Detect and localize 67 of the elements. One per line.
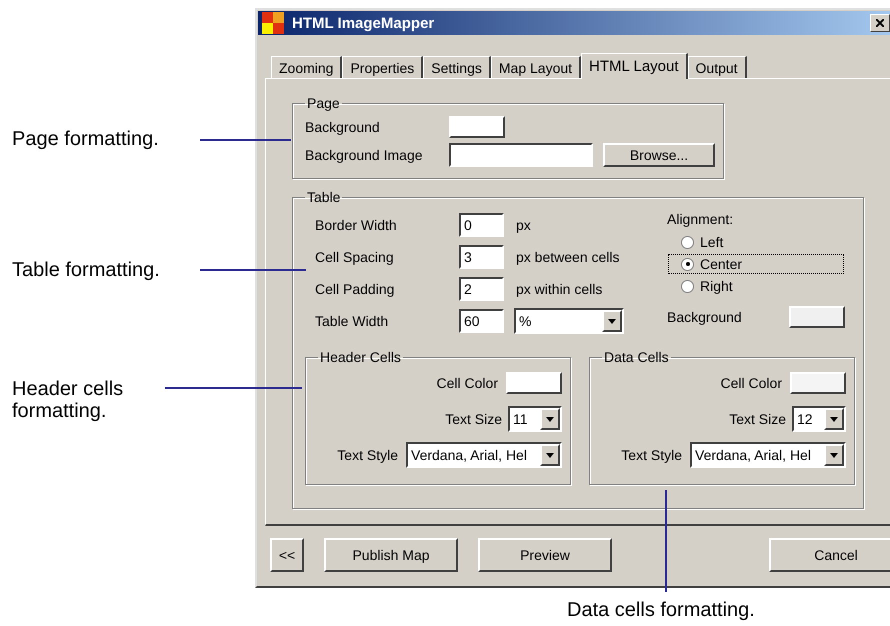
- callout-text: Table formatting.: [12, 259, 161, 281]
- unit-dropdown[interactable]: %: [514, 308, 624, 334]
- radio-button[interactable]: Left: [667, 231, 845, 253]
- color-swatch[interactable]: [790, 372, 846, 394]
- app-logo-icon: [262, 12, 284, 34]
- dropdown-button[interactable]: [540, 408, 560, 430]
- alignment-label: Alignment:: [667, 211, 734, 227]
- field-label: Cell Color: [436, 375, 498, 391]
- tab[interactable]: Properties: [342, 56, 424, 78]
- unit-label: px between cells: [516, 249, 620, 265]
- caret-icon: [546, 452, 554, 458]
- caret-icon: [830, 452, 838, 458]
- dropdown-button[interactable]: [824, 408, 844, 430]
- callout-text: Header cells formatting.: [12, 378, 124, 422]
- field-label: Background Image: [305, 147, 424, 163]
- close-button[interactable]: [870, 14, 890, 32]
- dialog-button[interactable]: Cancel: [769, 538, 890, 572]
- field-label: Border Width: [315, 217, 398, 233]
- unit-label: px within cells: [516, 281, 602, 297]
- field-label: Text Size: [729, 411, 786, 427]
- radio-button[interactable]: Right: [667, 275, 845, 297]
- color-swatch[interactable]: [449, 116, 505, 138]
- group-title: Page: [306, 95, 341, 111]
- input-field[interactable]: 2: [459, 277, 504, 301]
- tab[interactable]: Output: [688, 56, 747, 78]
- tab[interactable]: Map Layout: [490, 56, 582, 78]
- size-dropdown[interactable]: 12: [792, 406, 846, 432]
- window-title: HTML ImageMapper: [292, 14, 436, 32]
- color-swatch[interactable]: [506, 372, 562, 394]
- tab[interactable]: HTML Layout: [581, 53, 688, 79]
- caret-icon: [830, 416, 838, 422]
- group-title: Table: [306, 189, 342, 205]
- dropdown-button[interactable]: [824, 444, 844, 466]
- field-label: Text Style: [337, 447, 398, 463]
- callout-text: Page formatting.: [12, 128, 160, 150]
- field-label: Background: [305, 119, 381, 135]
- dropdown-button[interactable]: [602, 310, 622, 332]
- field-label: Text Style: [621, 447, 682, 463]
- dialog-button[interactable]: <<: [270, 538, 304, 572]
- field-label: Cell Spacing: [315, 249, 395, 265]
- unit-label: px: [516, 217, 531, 233]
- input-field[interactable]: 0: [459, 213, 504, 237]
- dialog-button[interactable]: Preview: [478, 538, 612, 572]
- dropdown-button[interactable]: [540, 444, 560, 466]
- input-field[interactable]: 3: [459, 245, 504, 269]
- caret-icon: [546, 416, 554, 422]
- radio-button[interactable]: Center: [667, 253, 845, 275]
- field-label: Table Width: [315, 313, 390, 329]
- font-dropdown[interactable]: Verdana, Arial, Hel: [406, 442, 562, 468]
- field-label: Background: [667, 309, 743, 325]
- group-title: Data Cells: [603, 349, 670, 365]
- browse-button[interactable]: Browse...: [603, 143, 715, 167]
- callout-text: Data cells formatting.: [567, 599, 756, 621]
- field-label: Cell Color: [720, 375, 782, 391]
- caret-icon: [608, 318, 616, 324]
- group-title: Header Cells: [319, 349, 402, 365]
- close-icon: [876, 19, 884, 27]
- input-field[interactable]: 60: [459, 309, 504, 333]
- input-field[interactable]: [449, 143, 593, 167]
- field-label: Text Size: [445, 411, 502, 427]
- field-label: Cell Padding: [315, 281, 396, 297]
- tab[interactable]: Settings: [423, 56, 491, 78]
- font-dropdown[interactable]: Verdana, Arial, Hel: [690, 442, 846, 468]
- size-dropdown[interactable]: 11: [508, 406, 562, 432]
- dialog-button[interactable]: Publish Map: [324, 538, 458, 572]
- tab[interactable]: Zooming: [271, 56, 342, 78]
- color-swatch[interactable]: [789, 306, 845, 328]
